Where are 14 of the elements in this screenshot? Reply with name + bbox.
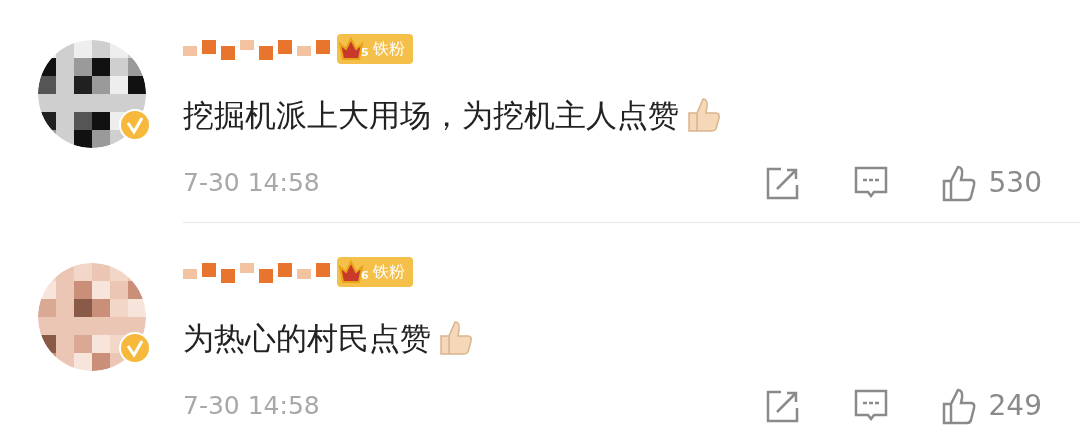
comment-time: 7-30 14:58 [183,390,320,423]
comment-text: 挖掘机派上大用场，为挖机主人点赞 [183,95,679,135]
comment-time: 7-30 14:58 [183,167,320,200]
comment-text: 为热心的村民点赞 [183,318,431,358]
thumbs-up-icon [940,387,977,425]
like-button[interactable]: 530 [940,162,1042,204]
fan-level: 6 [361,267,369,284]
share-icon[interactable] [764,165,801,201]
fan-label: 铁粉 [372,38,405,60]
like-button[interactable]: 249 [940,385,1042,427]
fan-label: 铁粉 [372,261,405,283]
fan-level: 5 [361,44,369,61]
share-icon[interactable] [764,388,801,424]
thumbs-up-icon [940,164,977,202]
